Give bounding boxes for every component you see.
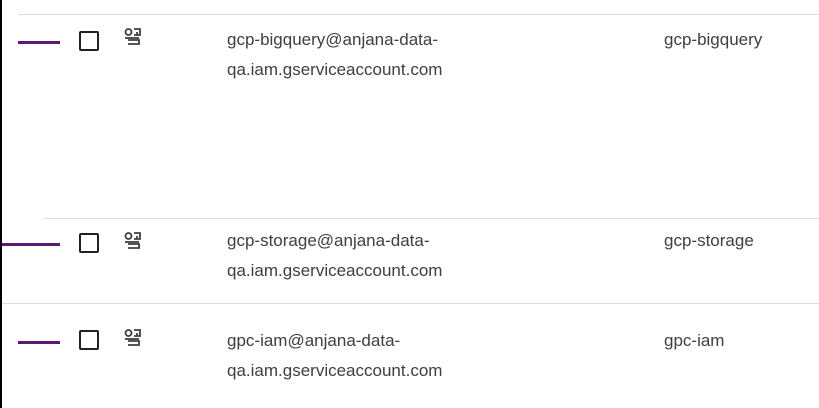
table-row[interactable]: gcp-storage@anjana-data- qa.iam.gservice… [0,219,819,303]
row-marker [18,41,60,44]
service-account-email[interactable]: gpc-iam@anjana-data- qa.iam.gserviceacco… [227,326,442,386]
email-line-2: qa.iam.gserviceaccount.com [227,261,443,280]
row-marker [18,341,60,344]
service-account-email[interactable]: gcp-bigquery@anjana-data- qa.iam.gservic… [227,25,442,85]
email-line-2: qa.iam.gserviceaccount.com [227,60,443,79]
service-account-name: gpc-iam [664,331,725,350]
table-row[interactable]: gpc-iam@anjana-data- qa.iam.gserviceacco… [0,304,819,408]
service-account-email[interactable]: gcp-storage@anjana-data- qa.iam.gservice… [227,226,442,286]
row-checkbox[interactable] [79,31,99,51]
service-account-icon [124,232,141,249]
row-checkbox[interactable] [79,330,99,350]
email-line-2: qa.iam.gserviceaccount.com [227,361,443,380]
email-line-1: gpc-iam@anjana-data- [227,331,401,350]
service-account-name: gcp-bigquery [664,30,763,49]
service-account-icon [124,329,141,346]
service-account-icon [124,28,141,45]
row-checkbox[interactable] [79,233,99,253]
table-row[interactable]: gcp-bigquery@anjana-data- qa.iam.gservic… [0,15,819,218]
row-marker [2,243,60,246]
email-line-1: gcp-bigquery@anjana-data- [227,30,438,49]
service-account-name: gcp-storage [664,231,754,250]
email-line-1: gcp-storage@anjana-data- [227,231,430,250]
